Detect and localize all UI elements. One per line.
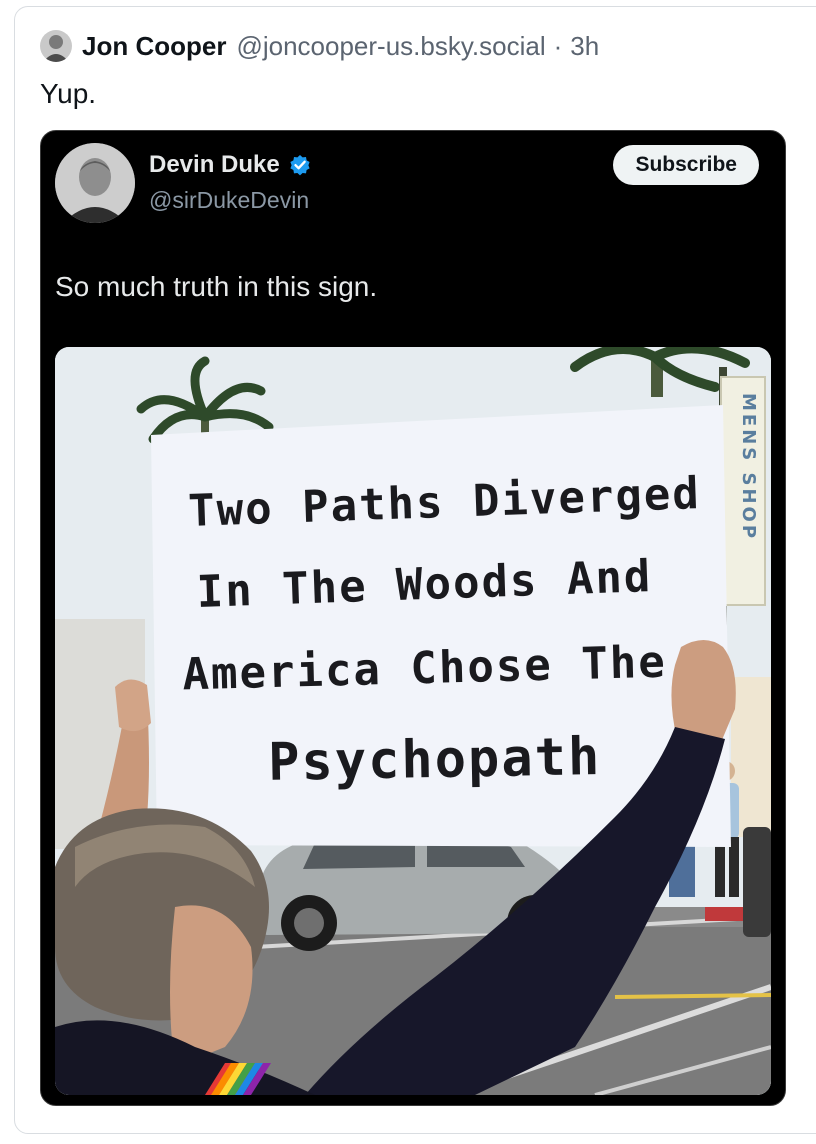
embed-author-name: Devin Duke [149, 151, 280, 178]
store-sign: MENS SHOP [720, 376, 766, 606]
meta-separator: · [553, 30, 563, 61]
protest-sign: Two Paths Diverged In The Woods And Amer… [151, 405, 731, 847]
post-text: Yup. [40, 78, 97, 109]
embed-author-row: Devin Duke [149, 151, 312, 179]
protest-photo: MENS SHOP Two Paths Diverged In The Wood… [55, 347, 771, 1095]
verified-badge-icon [290, 155, 310, 176]
author-name[interactable]: Jon Cooper [82, 31, 226, 62]
post-timestamp[interactable]: 3h [570, 31, 599, 62]
store-sign-text: MENS SHOP [738, 393, 759, 541]
sign-line-4: Psychopath [268, 727, 602, 793]
author-avatar[interactable] [40, 30, 72, 62]
post-header: Jon Cooper @joncooper-us.bsky.social · 3… [40, 30, 599, 62]
subscribe-button: Subscribe [613, 145, 759, 185]
embed-author-handle: @sirDukeDevin [149, 187, 310, 213]
author-handle[interactable]: @joncooper-us.bsky.social [236, 31, 545, 62]
embed-post-text: So much truth in this sign. [55, 271, 378, 302]
embedded-screenshot: Devin Duke @sirDukeDevin Subscribe So mu… [40, 130, 786, 1106]
embed-author-avatar [55, 143, 135, 223]
